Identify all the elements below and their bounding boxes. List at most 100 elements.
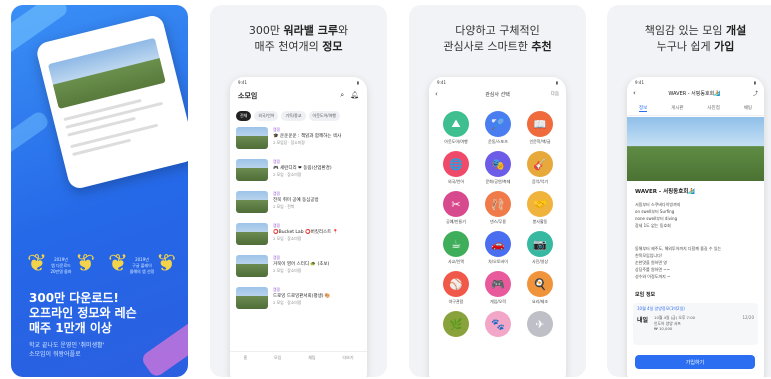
award-text: 2019년 앱 다운로드 20만명 돌파 (50, 257, 72, 274)
list-item[interactable]: 캠핑 ⭕Bucket Lab ⭕버킷리스트 📍 2 모임 · 장소미정 (236, 223, 361, 251)
interest-label: 봉사활동 (532, 219, 548, 224)
club-thumbnail (236, 159, 268, 181)
decor-shape (11, 109, 51, 159)
interest-icon: ⛰ (443, 111, 469, 137)
list-item[interactable]: 캠핑 🎮 세련디리 ❤ 동림(산업환경) 2 모임 · 장소미정 (236, 159, 361, 187)
tilted-phone-mockup (34, 13, 188, 191)
chip-all[interactable]: 전체 (236, 111, 252, 121)
headline-text: 매주 천여개의 (254, 40, 323, 53)
interest-icon: 🏸 (485, 111, 511, 137)
list-item-meta: 2 모임 · 장소미정 (273, 172, 302, 177)
tab-info[interactable]: 정보 (638, 105, 648, 112)
interest-item[interactable]: ✈ (519, 311, 561, 339)
club-header-title: WAVER - 서핑동호회🏄 (668, 90, 721, 97)
interest-icon: 🎮 (485, 271, 511, 297)
tab-home[interactable]: 홈 (243, 355, 247, 361)
event-tag: 10월 4일 양양정모(1박2일) (637, 306, 685, 311)
interest-icon: 📖 (527, 111, 553, 137)
interest-item[interactable]: 🩰 댄스/무용 (477, 191, 519, 225)
section-title: 모임 정모 (635, 292, 656, 298)
back-arrow-icon[interactable]: ‹ (633, 89, 636, 97)
interest-item[interactable]: 🐾 (477, 311, 519, 339)
promo-card-club-detail: 책임감 있는 모임 개설 누구나 쉽게 가입 9:41 ▮ ‹ WAVER - 서… (607, 5, 771, 377)
tab-clubs[interactable]: 모임 (274, 355, 281, 361)
list-item[interactable]: 캠핑 드로잉 드로잉판서회(평생) 🎨 2 모임 · 장소미정 (236, 287, 361, 315)
headline-text: 다양하고 구체적인 (455, 24, 540, 37)
bell-icon[interactable]: 🔔︎ (350, 91, 359, 100)
interest-item[interactable]: 🎭 문화/공연/축제 (477, 151, 519, 185)
tab-photos[interactable]: 사진첩 (707, 105, 719, 112)
interest-icon: 🌿 (443, 311, 469, 337)
laurel-icon: ❦ (27, 249, 48, 277)
chip-religion[interactable]: 기독/종교 (281, 111, 306, 121)
interest-item[interactable]: ⛰ 아웃도어/여행 (435, 111, 477, 145)
tab-more[interactable]: 더보기 (343, 355, 354, 361)
interest-icon: 📷 (527, 231, 553, 257)
headline-text: 책임감 있는 모임 (644, 24, 727, 37)
award-badge-right: ❦ ❦ 2019년 구글 플레이 올해의 앱 선정 (108, 249, 176, 277)
status-bar: 9:41 ▮ (429, 77, 566, 87)
category-chips: 전체 외국/언어 기독/종교 아웃도어/여행 (236, 111, 340, 121)
chip-outdoor[interactable]: 아웃도어/여행 (308, 111, 340, 121)
list-item[interactable]: 캠핑 전북 취미 공예 동심공방 2 모임 · 전북 (236, 191, 361, 219)
join-button[interactable]: 가입하기 (635, 355, 755, 369)
interest-item[interactable]: 🍳 요리/제조 (519, 271, 561, 305)
chip-language[interactable]: 외국/언어 (254, 111, 279, 121)
promo-headline: 300만 다운로드! 오프라인 정모와 레슨 매주 1만개 이상 (29, 291, 137, 335)
interest-item[interactable]: 🎮 게임/오락 (477, 271, 519, 305)
laurel-icon: ❦ (155, 249, 176, 277)
tab-board[interactable]: 게시판 (671, 105, 683, 112)
interest-item[interactable]: 🌐 외국/언어 (435, 151, 477, 185)
interest-label: 사진/영상 (531, 259, 549, 264)
share-icon[interactable]: ⤴ (753, 90, 758, 97)
headline-bold: 정모 (322, 40, 343, 53)
promo-card-club-list: 300만 워라밸 크루와 매주 천여개의 정모 9:41 ▮ 소모임 ⌕ 🔔︎ 전… (210, 5, 387, 377)
headline-text: 300만 (248, 24, 284, 37)
list-item-meta: 2 모임 · 장소미정 (273, 236, 302, 241)
interest-icon: 🐾 (485, 311, 511, 337)
interest-icon: 🚗 (485, 231, 511, 257)
interest-item[interactable]: 📖 인문학/책/글 (519, 111, 561, 145)
interest-icon: 🍳 (527, 271, 553, 297)
event-card[interactable]: 10월 4일 양양정모(1박2일) 내일 10월 4일 (금) 오후 7:00 … (633, 303, 758, 345)
promo-card-downloads: ❦ ❦ 2019년 앱 다운로드 20만명 돌파 ❦ ❦ 2019년 구글 플레… (11, 5, 188, 377)
interest-item[interactable]: 📷 사진/영상 (519, 231, 561, 265)
list-item-meta: 2 모임 · 장소미정 (273, 300, 302, 305)
interest-item[interactable]: 🌿 (435, 311, 477, 339)
search-icon[interactable]: ⌕ (340, 91, 344, 100)
headline-bold: 개설 (726, 24, 747, 37)
interest-label: 요리/제조 (531, 299, 549, 304)
interest-icon: 🌐 (443, 151, 469, 177)
interest-item[interactable]: ✂ 공예/만들기 (435, 191, 477, 225)
promo-headline: 책임감 있는 모임 개설 누구나 쉽게 가입 (607, 23, 771, 55)
club-thumbnail (236, 255, 268, 277)
interest-item[interactable]: 🏸 운동/스포츠 (477, 111, 519, 145)
interest-item[interactable]: 🚗 차/오토바이 (477, 231, 519, 265)
phone-mockup: 9:41 ▮ ‹ 관심사 선택 다음 ⛰ 아웃도어/여행 🏸 운동/스포츠 📖 인문학/책/… (429, 77, 566, 377)
next-button[interactable]: 다음 (551, 91, 559, 97)
awards-row: ❦ ❦ 2019년 앱 다운로드 20만명 돌파 ❦ ❦ 2019년 구글 플레… (27, 249, 176, 277)
battery-icon: ▮ (753, 80, 756, 85)
list-item-meta: 2 모임 · 장소미정 (273, 268, 302, 273)
club-thumbnail (236, 287, 268, 309)
interest-item[interactable]: 🎸 음악/악기 (519, 151, 561, 185)
status-time: 9:41 (238, 80, 247, 85)
list-item[interactable]: 캠핑 🎓 운운운운 : 책읽과 함께하는 색사 2 모임장 · 장소미정 (236, 127, 361, 155)
interest-icon: 🎸 (527, 151, 553, 177)
tab-chat[interactable]: 채팅 (308, 355, 315, 361)
decor-shape (139, 317, 188, 377)
phone-mockup: 9:41 ▮ ‹ WAVER - 서핑동호회🏄 ⤴ 정보 게시판 사진첩 채팅 W… (627, 77, 764, 377)
list-item[interactable]: 캠핑 거북이 영어 스터디 🐢 (초보) 2 모임 · 장소미정 (236, 255, 361, 283)
interest-item[interactable]: ⚾ 야구관람 (435, 271, 477, 305)
tab-chat[interactable]: 채팅 (744, 105, 752, 112)
interest-label: 음악/악기 (531, 179, 549, 184)
club-thumbnail (236, 191, 268, 213)
club-thumbnail (236, 223, 268, 245)
interest-label: 댄스/무용 (489, 219, 507, 224)
status-time: 9:41 (635, 80, 644, 85)
interest-item[interactable]: ☕ 사교/인맥 (435, 231, 477, 265)
detail-tabs: 정보 게시판 사진첩 채팅 (627, 105, 764, 116)
club-photo (47, 37, 166, 109)
list-item-meta: 2 모임 · 전북 (273, 204, 295, 209)
interest-item[interactable]: 🤝 봉사활동 (519, 191, 561, 225)
